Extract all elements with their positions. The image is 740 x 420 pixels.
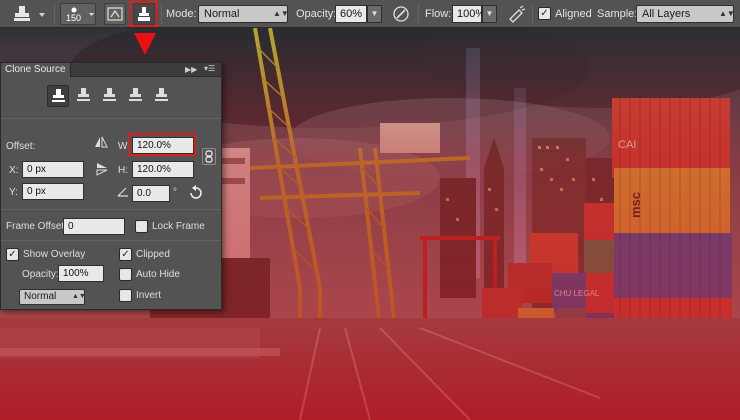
mode-dropdown[interactable]: Normal ▲▼ [198,5,288,23]
x-label: X: [9,165,19,176]
divider [1,240,221,241]
overlay-opacity-field[interactable]: 100% [58,265,104,282]
aligned-checkbox[interactable]: ✓ [538,7,551,20]
show-overlay-checkbox[interactable]: ✓ [6,248,19,261]
separator [54,4,55,24]
flow-value: 100% [457,8,486,20]
opacity-field[interactable]: 60% [335,5,367,23]
clone-source-5-button[interactable] [151,85,173,107]
x-offset-value: 0 px [27,164,46,175]
brush-preset-button[interactable]: 150 [60,3,96,25]
clone-source-3-button[interactable] [99,85,121,107]
overlay-opacity-label: Opacity: [22,269,59,280]
flow-slider-toggle[interactable]: ▼ [482,5,497,23]
brush-panel-icon [107,7,123,21]
options-bar: 150 Mode: Normal ▲▼ Opacity: 60% ▼ Flow:… [0,0,740,28]
frame-offset-value: 0 [68,221,74,232]
collapse-panel-icon[interactable]: ▶▶ [185,65,197,74]
pressure-opacity-button[interactable] [390,3,412,25]
reset-transform-icon[interactable] [188,185,204,201]
clone-source-panel: Clone Source ▶▶ ▾☰ Offset: W: 120.0% X: … [0,62,222,310]
invert-label: Invert [136,290,162,301]
show-overlay-label: Show Overlay [23,249,86,260]
offset-label: Offset: [6,141,36,152]
h-label: H: [118,165,128,176]
pressure-icon [393,6,409,22]
clone-source-1-button[interactable] [47,85,69,107]
aligned-label: Aligned [555,8,592,20]
tool-preset-picker[interactable] [6,3,50,25]
lock-frame-label: Lock Frame [152,221,205,232]
opacity-slider-toggle[interactable]: ▼ [367,5,382,23]
overlay-opacity-value: 100% [63,268,89,279]
toggle-brush-panel-button[interactable] [104,3,126,25]
panel-tab-clone-source[interactable]: Clone Source [1,63,71,77]
annotation-arrow [134,33,156,55]
x-offset-field[interactable]: 0 px [22,161,84,178]
y-offset-field[interactable]: 0 px [22,183,84,200]
angle-icon [117,187,128,197]
clone-source-icon [155,88,168,101]
opacity-label: Opacity: [296,8,337,20]
clipped-checkbox[interactable]: ✓ [119,248,132,261]
highlight-box-toolbar [129,1,158,27]
clone-source-2-button[interactable] [73,85,95,107]
flow-field[interactable]: 100% [452,5,486,23]
clone-source-icon [77,88,90,101]
sample-dropdown[interactable]: All Layers ▲▼ [636,5,734,23]
chevron-updown-icon: ▲▼ [72,293,86,300]
frame-offset-label: Frame Offset: [6,221,67,232]
auto-hide-checkbox[interactable] [119,268,132,281]
height-scale-value: 120.0% [137,164,171,175]
panel-title: Clone Source [5,64,66,75]
sample-label: Sample: [597,8,638,20]
overlay-blend-dropdown[interactable]: Normal ▲▼ [19,289,86,305]
clone-source-icon [129,88,142,101]
y-label: Y: [9,187,18,198]
degree-symbol: ° [173,187,177,198]
chevron-updown-icon: ▲▼ [273,9,288,18]
highlight-box-width [128,133,196,156]
y-offset-value: 0 px [27,186,46,197]
chevron-updown-icon: ▲▼ [719,9,734,18]
height-scale-field[interactable]: 120.0% [132,161,194,178]
opacity-value: 60% [340,8,363,20]
airbrush-icon [509,5,526,23]
brush-size-value: 150 [66,13,82,23]
clipped-label: Clipped [136,249,170,260]
flip-horizontal-icon[interactable] [93,135,109,149]
chain-link-icon [205,150,213,163]
stamp-icon [14,6,45,21]
flow-label: Flow: [425,8,452,20]
divider [1,118,221,119]
divider [1,209,221,210]
mode-label: Mode: [166,8,197,20]
overlay-blend-value: Normal [24,291,57,302]
mode-value: Normal [204,8,240,20]
clone-source-icon [52,89,65,102]
flip-vertical-icon[interactable] [95,161,109,177]
separator [161,4,162,24]
airbrush-button[interactable] [505,3,527,25]
sample-value: All Layers [642,8,691,20]
link-scale-button[interactable] [202,148,216,165]
panel-menu-icon[interactable]: ▾☰ [204,64,215,73]
separator [532,4,533,24]
separator [418,4,419,24]
clone-source-icon [103,88,116,101]
clone-source-4-button[interactable] [125,85,147,107]
rotation-field[interactable]: 0.0 [132,185,170,202]
frame-offset-field[interactable]: 0 [63,218,125,235]
auto-hide-label: Auto Hide [136,269,180,280]
rotation-value: 0.0 [137,188,151,199]
invert-checkbox[interactable] [119,289,132,302]
lock-frame-checkbox[interactable] [135,220,148,233]
